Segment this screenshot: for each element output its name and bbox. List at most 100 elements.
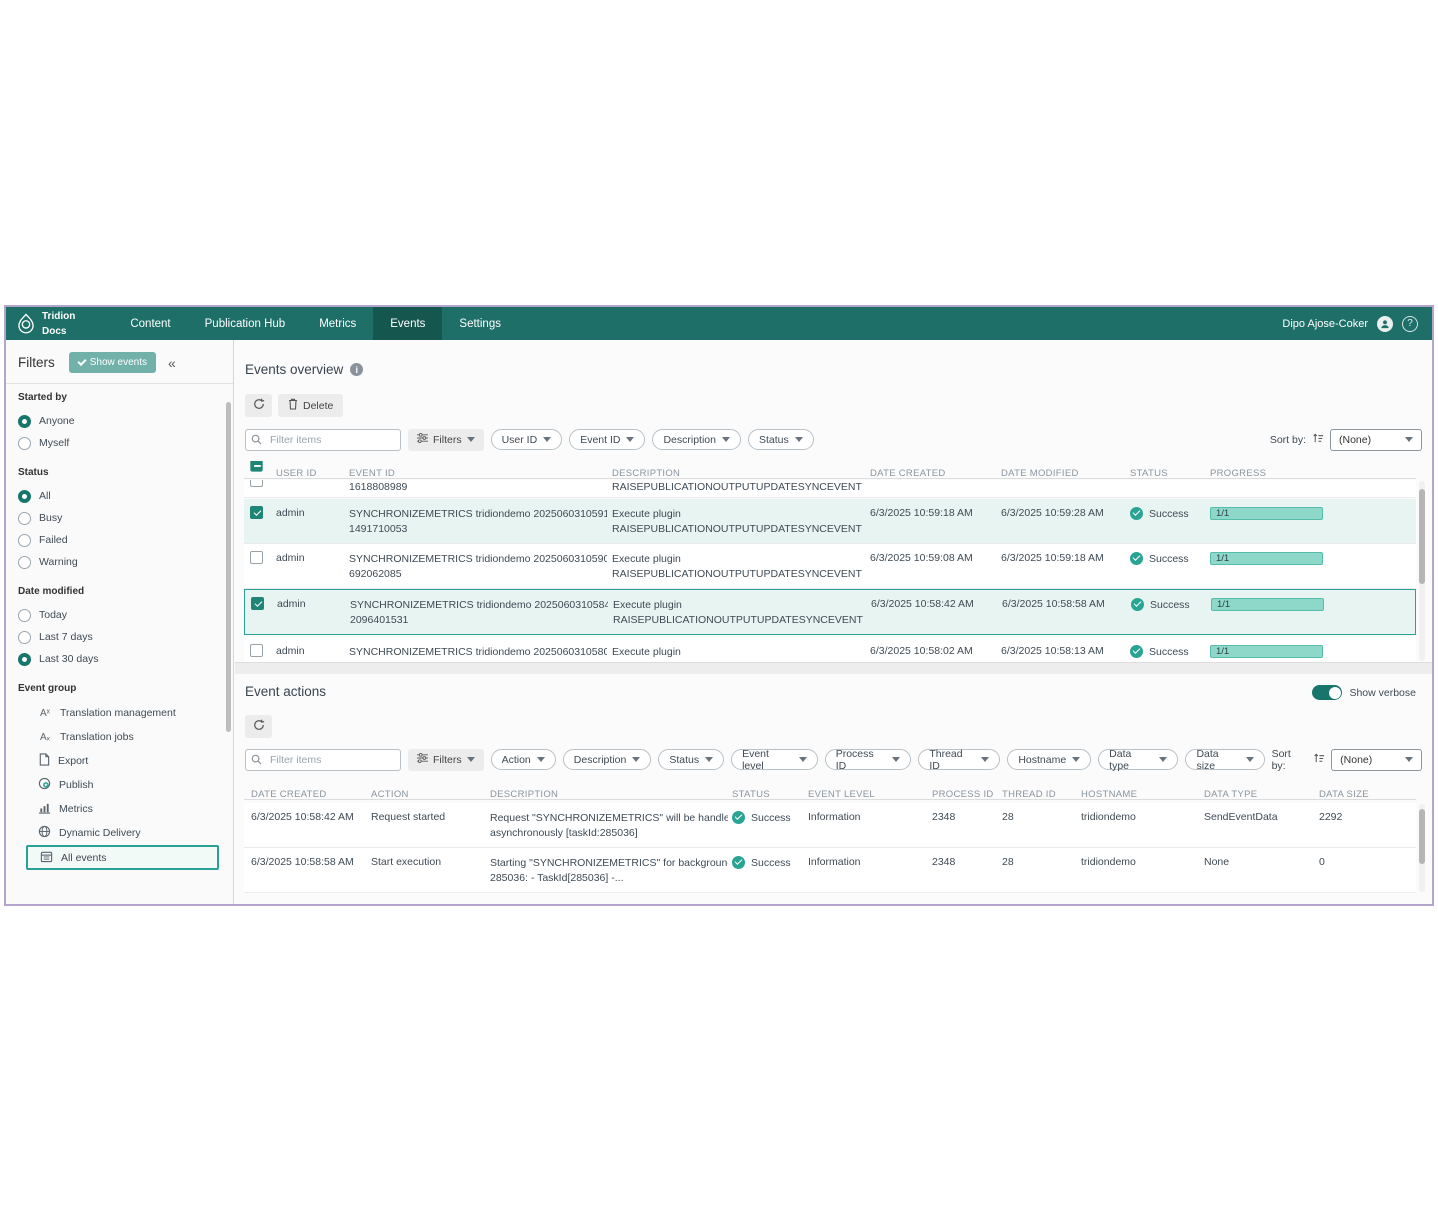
actions-scrollbar[interactable] <box>1419 804 1425 892</box>
help-icon[interactable]: ? <box>1402 316 1418 332</box>
radio-last-30-days[interactable]: Last 30 days <box>18 648 221 670</box>
pill-process-id[interactable]: Process ID <box>825 749 912 770</box>
success-icon <box>1130 552 1143 565</box>
table-row[interactable]: 6/3/2025 10:58:42 AM Request started Req… <box>244 803 1416 848</box>
table-row-partial[interactable]: admin SYNCHRONIZEMETRICS tridiondemo 202… <box>244 637 1416 662</box>
sidebar-item-translation-jobs[interactable]: Aₓ Translation jobs <box>18 725 221 749</box>
col-data-type[interactable]: DATA TYPE <box>1204 789 1309 800</box>
col-description[interactable]: DESCRIPTION <box>490 789 728 800</box>
table-row[interactable]: admin SYNCHRONIZEMETRICS tridiondemo 202… <box>244 544 1416 589</box>
table-row[interactable]: 6/3/2025 10:58:58 AM Start execution Sta… <box>244 848 1416 893</box>
sidebar-item-publish[interactable]: Publish <box>18 773 221 797</box>
table-row-partial[interactable]: 1618808989 RAISEPUBLICATIONOUTPUTUPDATES… <box>244 480 1416 498</box>
sidebar-item-all-events[interactable]: All events <box>26 845 219 870</box>
col-progress[interactable]: PROGRESS <box>1210 468 1328 479</box>
col-data-size[interactable]: DATA SIZE <box>1319 789 1389 800</box>
pill-action[interactable]: Action <box>491 749 556 770</box>
pill-status[interactable]: Status <box>658 749 724 770</box>
filters-button[interactable]: Filters <box>408 429 484 451</box>
show-events-button[interactable]: Show events <box>69 352 156 373</box>
chevron-down-icon <box>626 437 634 442</box>
tab-publication-hub[interactable]: Publication Hub <box>188 307 303 340</box>
col-event-level[interactable]: EVENT LEVEL <box>808 789 913 800</box>
show-verbose-toggle[interactable] <box>1312 685 1342 700</box>
sidebar-item-metrics[interactable]: Metrics <box>18 797 221 821</box>
row-checkbox[interactable] <box>250 506 263 519</box>
pill-status[interactable]: Status <box>748 429 814 450</box>
pill-user-id[interactable]: User ID <box>491 429 563 450</box>
radio-icon <box>18 415 31 428</box>
filter-items-input[interactable] <box>245 429 401 451</box>
avatar-icon[interactable] <box>1377 316 1393 332</box>
sort-select[interactable]: (None) <box>1330 429 1422 451</box>
row-checkbox[interactable] <box>250 551 263 564</box>
col-date-created[interactable]: DATE CREATED <box>870 468 997 479</box>
table-row[interactable]: admin SYNCHRONIZEMETRICS tridiondemo 202… <box>244 499 1416 544</box>
pill-thread-id[interactable]: Thread ID <box>918 749 1000 770</box>
info-icon[interactable]: i <box>350 363 363 376</box>
cell-action: Start execution <box>371 856 486 868</box>
radio-all[interactable]: All <box>18 485 221 507</box>
delete-button[interactable]: Delete <box>278 394 343 417</box>
radio-today[interactable]: Today <box>18 604 221 626</box>
cell-thread-id: 28 <box>1002 811 1060 823</box>
app-window: Tridion Docs Content Publication Hub Met… <box>4 305 1434 906</box>
table-row[interactable]: admin SYNCHRONIZEMETRICS tridiondemo 202… <box>244 589 1416 635</box>
sidebar-item-dynamic-delivery[interactable]: Dynamic Delivery <box>18 821 221 845</box>
radio-failed[interactable]: Failed <box>18 529 221 551</box>
col-event-id[interactable]: EVENT ID <box>349 468 607 479</box>
pill-event-level[interactable]: Event level <box>731 749 818 770</box>
radio-anyone[interactable]: Anyone <box>18 410 221 432</box>
col-date-created[interactable]: DATE CREATED <box>251 789 369 800</box>
tab-events[interactable]: Events <box>373 307 442 340</box>
brand[interactable]: Tridion Docs <box>6 309 89 339</box>
refresh-button[interactable] <box>245 394 272 417</box>
tab-metrics[interactable]: Metrics <box>302 307 373 340</box>
col-status[interactable]: STATUS <box>732 789 804 800</box>
select-all-checkbox[interactable] <box>250 461 262 472</box>
pill-data-type[interactable]: Data type <box>1098 749 1178 770</box>
cell-date-created: 6/3/2025 10:58:02 AM <box>870 645 997 657</box>
pill-label: Description <box>663 434 716 446</box>
status-badge: Success <box>1130 645 1206 658</box>
col-date-modified[interactable]: DATE MODIFIED <box>1001 468 1126 479</box>
col-process-id[interactable]: PROCESS ID <box>932 789 994 800</box>
radio-warning[interactable]: Warning <box>18 551 221 573</box>
col-thread-id[interactable]: THREAD ID <box>1002 789 1060 800</box>
item-label: Export <box>58 755 88 767</box>
tab-settings[interactable]: Settings <box>442 307 518 340</box>
radio-label: Last 7 days <box>39 631 93 643</box>
radio-busy[interactable]: Busy <box>18 507 221 529</box>
col-action[interactable]: ACTION <box>371 789 486 800</box>
radio-icon <box>18 556 31 569</box>
cell-description: Execute pluginRAISEPUBLICATIONOUTPUTUPDA… <box>613 598 865 628</box>
overview-scrollbar[interactable] <box>1419 481 1425 661</box>
event-id-line: SYNCHRONIZEMETRICS tridiondemo 202506031… <box>350 598 608 613</box>
pill-hostname[interactable]: Hostname <box>1007 749 1091 770</box>
sidebar-item-export[interactable]: Export <box>18 749 221 773</box>
col-status[interactable]: STATUS <box>1130 468 1206 479</box>
radio-myself[interactable]: Myself <box>18 432 221 454</box>
pill-event-id[interactable]: Event ID <box>569 429 645 450</box>
col-user-id[interactable]: USER ID <box>276 468 344 479</box>
chevron-down-icon <box>543 437 551 442</box>
pill-description[interactable]: Description <box>652 429 741 450</box>
radio-last-7-days[interactable]: Last 7 days <box>18 626 221 648</box>
progress-label: 1/1 <box>1217 599 1230 610</box>
tab-content[interactable]: Content <box>113 307 187 340</box>
filter-items-input[interactable] <box>245 749 401 771</box>
pill-description[interactable]: Description <box>563 749 652 770</box>
collapse-sidebar-icon[interactable]: « <box>168 355 176 371</box>
sidebar-scrollbar[interactable] <box>226 402 231 732</box>
refresh-button[interactable] <box>245 715 272 738</box>
sort-select[interactable]: (None) <box>1331 749 1422 771</box>
sidebar-item-translation-management[interactable]: Aˣ Translation management <box>18 701 221 725</box>
row-checkbox[interactable] <box>250 480 263 487</box>
row-checkbox[interactable] <box>251 597 264 610</box>
all-events-calendar-icon <box>40 850 53 866</box>
row-checkbox[interactable] <box>250 644 263 657</box>
pill-data-size[interactable]: Data size <box>1185 749 1264 770</box>
filters-button[interactable]: Filters <box>408 749 484 771</box>
col-description[interactable]: DESCRIPTION <box>612 468 864 479</box>
col-hostname[interactable]: HOSTNAME <box>1081 789 1186 800</box>
